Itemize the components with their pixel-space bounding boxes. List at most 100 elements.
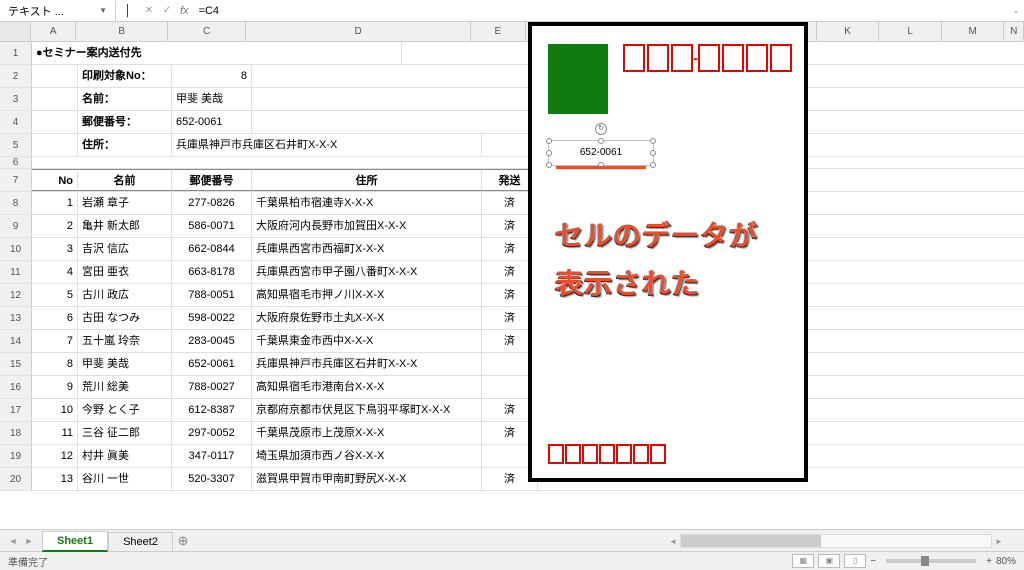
th-addr[interactable]: 住所 <box>252 169 482 191</box>
zoom-out-icon[interactable]: − <box>870 556 876 567</box>
selected-textbox[interactable]: 652-0061 ↻ <box>548 140 654 166</box>
add-sheet-icon[interactable]: ⊕ <box>173 533 193 549</box>
fx-icon[interactable]: fx <box>176 5 193 17</box>
cell-addr[interactable]: 滋賀県甲賀市甲南町野尻X-X-X <box>252 468 482 490</box>
scroll-track[interactable] <box>680 534 992 548</box>
row-header[interactable]: 17 <box>0 399 32 421</box>
cell-zip[interactable]: 652-0061 <box>172 353 252 375</box>
th-no[interactable]: No <box>32 169 78 191</box>
cell-zip[interactable]: 297-0052 <box>172 422 252 444</box>
cell-name[interactable]: 岩瀬 章子 <box>78 192 172 214</box>
zoom-level[interactable]: 80% <box>996 556 1016 567</box>
resize-handle[interactable] <box>598 138 604 144</box>
cell-zip[interactable]: 520-3307 <box>172 468 252 490</box>
value-cell[interactable]: 甲斐 美哉 <box>172 88 252 110</box>
name-box[interactable]: テキスト ... ▼ <box>0 1 116 21</box>
col-header[interactable]: A <box>31 22 76 41</box>
label-cell[interactable]: 住所： <box>78 134 172 156</box>
formula-input[interactable] <box>193 3 1008 19</box>
cell-name[interactable]: 古川 政広 <box>78 284 172 306</box>
row-header[interactable]: 2 <box>0 65 32 87</box>
cell-addr[interactable]: 兵庫県西宮市西福町X-X-X <box>252 238 482 260</box>
cell-name[interactable]: 荒川 総美 <box>78 376 172 398</box>
label-cell[interactable]: 郵便番号： <box>78 111 172 133</box>
cancel-icon[interactable]: ✕ <box>140 5 158 16</box>
cell-no[interactable]: 4 <box>32 261 78 283</box>
cell-addr[interactable]: 千葉県柏市宿連寺X-X-X <box>252 192 482 214</box>
cell-zip[interactable]: 277-0826 <box>172 192 252 214</box>
scroll-right-icon[interactable]: ► <box>992 537 1006 546</box>
cell-name[interactable]: 五十嵐 玲奈 <box>78 330 172 352</box>
cell-no[interactable]: 2 <box>32 215 78 237</box>
cell-addr[interactable]: 大阪府泉佐野市土丸X-X-X <box>252 307 482 329</box>
view-pagelayout-icon[interactable]: ▣ <box>818 554 840 568</box>
cell-addr[interactable]: 埼玉県加須市西ノ谷X-X-X <box>252 445 482 467</box>
col-header[interactable]: M <box>942 22 1005 41</box>
view-normal-icon[interactable]: ▦ <box>792 554 814 568</box>
row-header[interactable]: 7 <box>0 169 32 191</box>
chevron-down-icon[interactable]: ▼ <box>99 6 107 15</box>
cell-addr[interactable]: 兵庫県神戸市兵庫区石井町X-X-X <box>252 353 482 375</box>
col-header[interactable]: C <box>168 22 246 41</box>
enter-icon[interactable]: ✓ <box>158 5 176 16</box>
cell-no[interactable]: 10 <box>32 399 78 421</box>
cell-name[interactable]: 亀井 新太郎 <box>78 215 172 237</box>
view-pagebreak-icon[interactable]: ▯ <box>844 554 866 568</box>
cell-no[interactable]: 6 <box>32 307 78 329</box>
cell-name[interactable]: 今野 とく子 <box>78 399 172 421</box>
rotate-handle-icon[interactable]: ↻ <box>595 123 607 135</box>
th-name[interactable]: 名前 <box>78 169 172 191</box>
cell-name[interactable]: 古田 なつみ <box>78 307 172 329</box>
row-header[interactable]: 6 <box>0 157 32 168</box>
cell-addr[interactable]: 高知県宿毛市港南台X-X-X <box>252 376 482 398</box>
row-header[interactable]: 15 <box>0 353 32 375</box>
cell-name[interactable]: 谷川 一世 <box>78 468 172 490</box>
cell-name[interactable]: 三谷 征二郎 <box>78 422 172 444</box>
col-header[interactable]: N <box>1004 22 1024 41</box>
cell-no[interactable]: 11 <box>32 422 78 444</box>
cell-name[interactable]: 甲斐 美哉 <box>78 353 172 375</box>
label-cell[interactable]: 名前： <box>78 88 172 110</box>
scroll-left-icon[interactable]: ◄ <box>666 537 680 546</box>
row-header[interactable]: 20 <box>0 468 32 490</box>
th-zip[interactable]: 郵便番号 <box>172 169 252 191</box>
row-header[interactable]: 3 <box>0 88 32 110</box>
row-header[interactable]: 12 <box>0 284 32 306</box>
cell-zip[interactable]: 662-0844 <box>172 238 252 260</box>
col-header[interactable]: B <box>76 22 168 41</box>
row-header[interactable]: 5 <box>0 134 32 156</box>
row-header[interactable]: 13 <box>0 307 32 329</box>
resize-handle[interactable] <box>546 162 552 168</box>
tab-scroll-right-icon[interactable]: ► <box>22 536 36 546</box>
resize-handle[interactable] <box>650 138 656 144</box>
cell-no[interactable]: 13 <box>32 468 78 490</box>
cell-zip[interactable]: 283-0045 <box>172 330 252 352</box>
row-header[interactable]: 14 <box>0 330 32 352</box>
select-all-corner[interactable] <box>0 22 31 41</box>
cell-addr[interactable]: 京都府京都市伏見区下鳥羽平塚町X-X-X <box>252 399 482 421</box>
value-cell[interactable]: 8 <box>172 65 252 87</box>
cell-no[interactable]: 5 <box>32 284 78 306</box>
cell-zip[interactable]: 788-0051 <box>172 284 252 306</box>
cell-no[interactable]: 3 <box>32 238 78 260</box>
col-header[interactable]: L <box>879 22 942 41</box>
col-header[interactable]: E <box>471 22 526 41</box>
row-header[interactable]: 16 <box>0 376 32 398</box>
cell-zip[interactable]: 788-0027 <box>172 376 252 398</box>
cell-addr[interactable]: 大阪府河内長野市加賀田X-X-X <box>252 215 482 237</box>
row-header[interactable]: 8 <box>0 192 32 214</box>
resize-handle[interactable] <box>546 150 552 156</box>
cell-zip[interactable]: 347-0117 <box>172 445 252 467</box>
resize-handle[interactable] <box>546 138 552 144</box>
cell-zip[interactable]: 663-8178 <box>172 261 252 283</box>
horizontal-scrollbar[interactable]: ◄ ► <box>666 533 1006 549</box>
row-header[interactable]: 10 <box>0 238 32 260</box>
zoom-slider-thumb[interactable] <box>921 556 929 566</box>
cell-zip[interactable]: 612-8387 <box>172 399 252 421</box>
expand-formula-bar-icon[interactable]: ⌄ <box>1008 5 1024 16</box>
col-header[interactable]: K <box>817 22 880 41</box>
cell-name[interactable]: 宮田 亜衣 <box>78 261 172 283</box>
cell-addr[interactable]: 千葉県茂原市上茂原X-X-X <box>252 422 482 444</box>
title-cell[interactable]: ●セミナー案内送付先 <box>32 42 402 64</box>
cell-no[interactable]: 9 <box>32 376 78 398</box>
